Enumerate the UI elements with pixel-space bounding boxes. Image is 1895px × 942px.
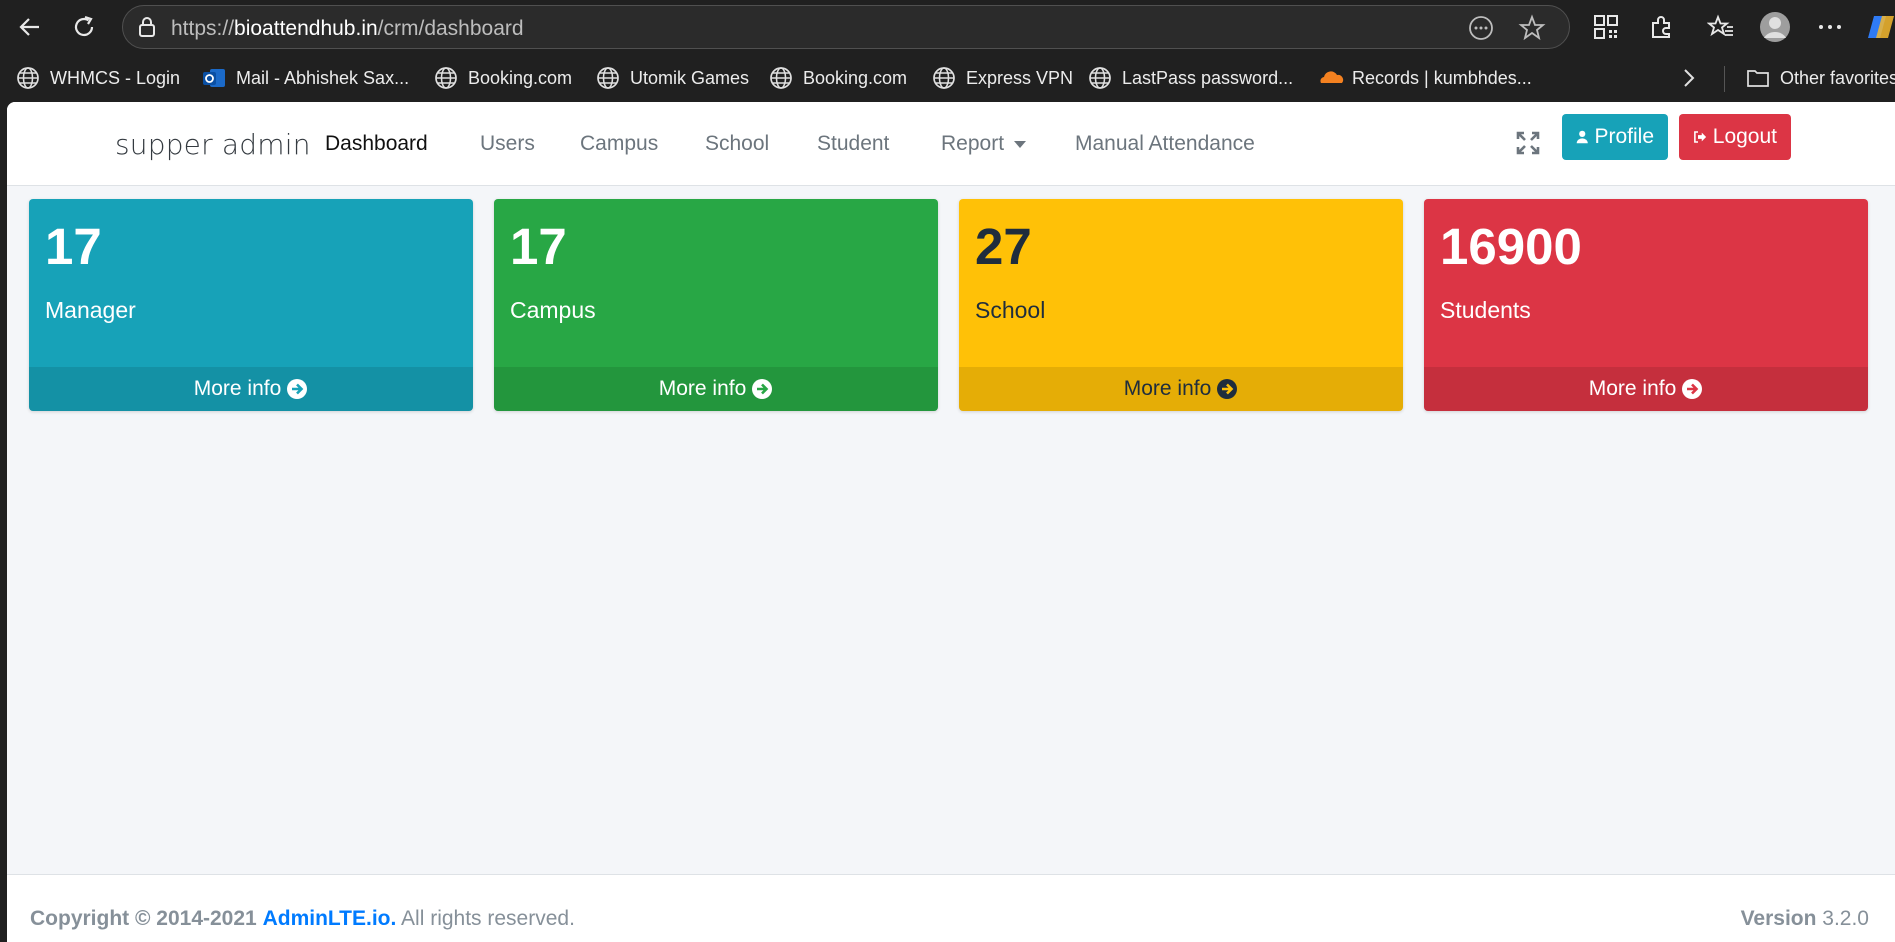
adminlte-link[interactable]: AdminLTE.io. <box>263 907 397 930</box>
logout-button[interactable]: Logout <box>1679 114 1791 160</box>
top-navbar: supper admin Dashboard Users Campus Scho… <box>7 102 1895 186</box>
more-page-actions-icon[interactable] <box>1468 15 1494 46</box>
stat-label: Manager <box>45 297 136 323</box>
arrow-circle-right-icon <box>287 379 308 399</box>
more-info-label: More info <box>658 377 747 400</box>
bookmark-lastpass[interactable]: LastPass password... <box>1088 66 1293 90</box>
nav-report-dropdown[interactable]: Report <box>941 132 1027 156</box>
arrow-circle-right-icon <box>1217 379 1238 399</box>
copyright-prefix: Copyright © 2014-2021 <box>30 907 257 930</box>
stats-row: 17 Manager More info 17 Campus More info… <box>29 199 1875 411</box>
more-info-label: More info <box>1588 377 1677 400</box>
more-info-label: More info <box>193 377 282 400</box>
bookmark-utomik[interactable]: Utomik Games <box>596 66 749 90</box>
arrow-circle-right-icon <box>752 379 773 399</box>
globe-icon <box>434 66 458 90</box>
globe-icon <box>932 66 956 90</box>
bookmarks-bar: WHMCS - Login Mail - Abhishek Sax... Boo… <box>0 54 1895 102</box>
version-label: Version <box>1740 907 1817 930</box>
profile-label: Profile <box>1594 125 1654 148</box>
nav-school[interactable]: School <box>705 132 769 156</box>
stat-label: Students <box>1440 297 1531 323</box>
stat-value: 27 <box>975 218 1032 275</box>
stat-value: 16900 <box>1440 218 1582 275</box>
arrow-circle-right-icon <box>1682 379 1703 399</box>
stat-value: 17 <box>45 218 102 275</box>
refresh-icon[interactable] <box>66 9 102 45</box>
version-info: Version 3.2.0 <box>1741 907 1869 931</box>
extensions-icon[interactable] <box>1643 9 1679 45</box>
bookmark-expressvpn[interactable]: Express VPN <box>932 66 1073 90</box>
address-bar[interactable]: https://bioattendhub.in/crm/dashboard <box>122 5 1570 49</box>
outlook-icon <box>202 66 226 90</box>
nav-dashboard[interactable]: Dashboard <box>325 132 428 156</box>
stat-box-school: 27 School More info <box>959 199 1403 411</box>
page-footer: Copyright © 2014-2021 AdminLTE.io. All r… <box>7 874 1895 942</box>
nav-users[interactable]: Users <box>480 132 535 156</box>
bookmark-records[interactable]: Records | kumbhdes... <box>1318 66 1532 90</box>
bookmark-mail[interactable]: Mail - Abhishek Sax... <box>202 66 409 90</box>
more-info-label: More info <box>1123 377 1212 400</box>
bookmarks-divider <box>1724 66 1725 92</box>
sign-out-icon <box>1694 131 1707 143</box>
url-text[interactable]: https://bioattendhub.in/crm/dashboard <box>171 17 524 41</box>
nav-campus[interactable]: Campus <box>580 132 658 156</box>
bookmark-whmcs[interactable]: WHMCS - Login <box>16 66 180 90</box>
more-info-link[interactable]: More info <box>959 367 1403 411</box>
nav-report-label: Report <box>941 132 1005 155</box>
user-icon <box>1576 130 1588 144</box>
profile-avatar-icon[interactable] <box>1757 9 1793 45</box>
globe-icon <box>769 66 793 90</box>
stat-label: Campus <box>510 297 596 323</box>
bookmark-booking-2[interactable]: Booking.com <box>769 66 907 90</box>
brand-name[interactable]: supper admin <box>115 128 311 161</box>
more-info-link[interactable]: More info <box>494 367 938 411</box>
stat-box-campus: 17 Campus More info <box>494 199 938 411</box>
favorite-star-icon[interactable] <box>1518 14 1546 47</box>
bookmark-booking-1[interactable]: Booking.com <box>434 66 572 90</box>
folder-icon <box>1746 66 1770 90</box>
globe-icon <box>1088 66 1112 90</box>
globe-icon <box>596 66 620 90</box>
stat-label: School <box>975 297 1046 323</box>
back-icon[interactable] <box>12 9 48 45</box>
bookmarks-overflow-chevron-icon[interactable] <box>1682 66 1696 90</box>
nav-student[interactable]: Student <box>817 132 889 156</box>
qr-code-icon[interactable] <box>1588 9 1624 45</box>
copyright-text: Copyright © 2014-2021 AdminLTE.io. All r… <box>30 907 575 931</box>
other-favorites-folder[interactable]: Other favorites <box>1746 66 1895 90</box>
stat-box-students: 16900 Students More info <box>1424 199 1868 411</box>
more-info-link[interactable]: More info <box>29 367 473 411</box>
stat-value: 17 <box>510 218 567 275</box>
profile-button[interactable]: Profile <box>1562 114 1668 160</box>
copyright-suffix: All rights reserved. <box>401 907 575 930</box>
cloudflare-icon <box>1318 66 1344 90</box>
fullscreen-expand-icon[interactable] <box>1515 130 1545 160</box>
nav-manual-attendance[interactable]: Manual Attendance <box>1075 132 1255 156</box>
lock-icon[interactable] <box>137 16 157 43</box>
globe-icon <box>16 66 40 90</box>
caret-down-icon <box>1014 140 1027 148</box>
settings-more-icon[interactable] <box>1812 9 1848 45</box>
stat-box-manager: 17 Manager More info <box>29 199 473 411</box>
logout-label: Logout <box>1712 125 1777 148</box>
more-info-link[interactable]: More info <box>1424 367 1868 411</box>
version-value: 3.2.0 <box>1822 907 1869 930</box>
copilot-icon[interactable] <box>1866 12 1895 42</box>
favorites-icon[interactable] <box>1703 9 1739 45</box>
web-page: supper admin Dashboard Users Campus Scho… <box>7 102 1895 942</box>
browser-toolbar: https://bioattendhub.in/crm/dashboard <box>0 0 1895 54</box>
